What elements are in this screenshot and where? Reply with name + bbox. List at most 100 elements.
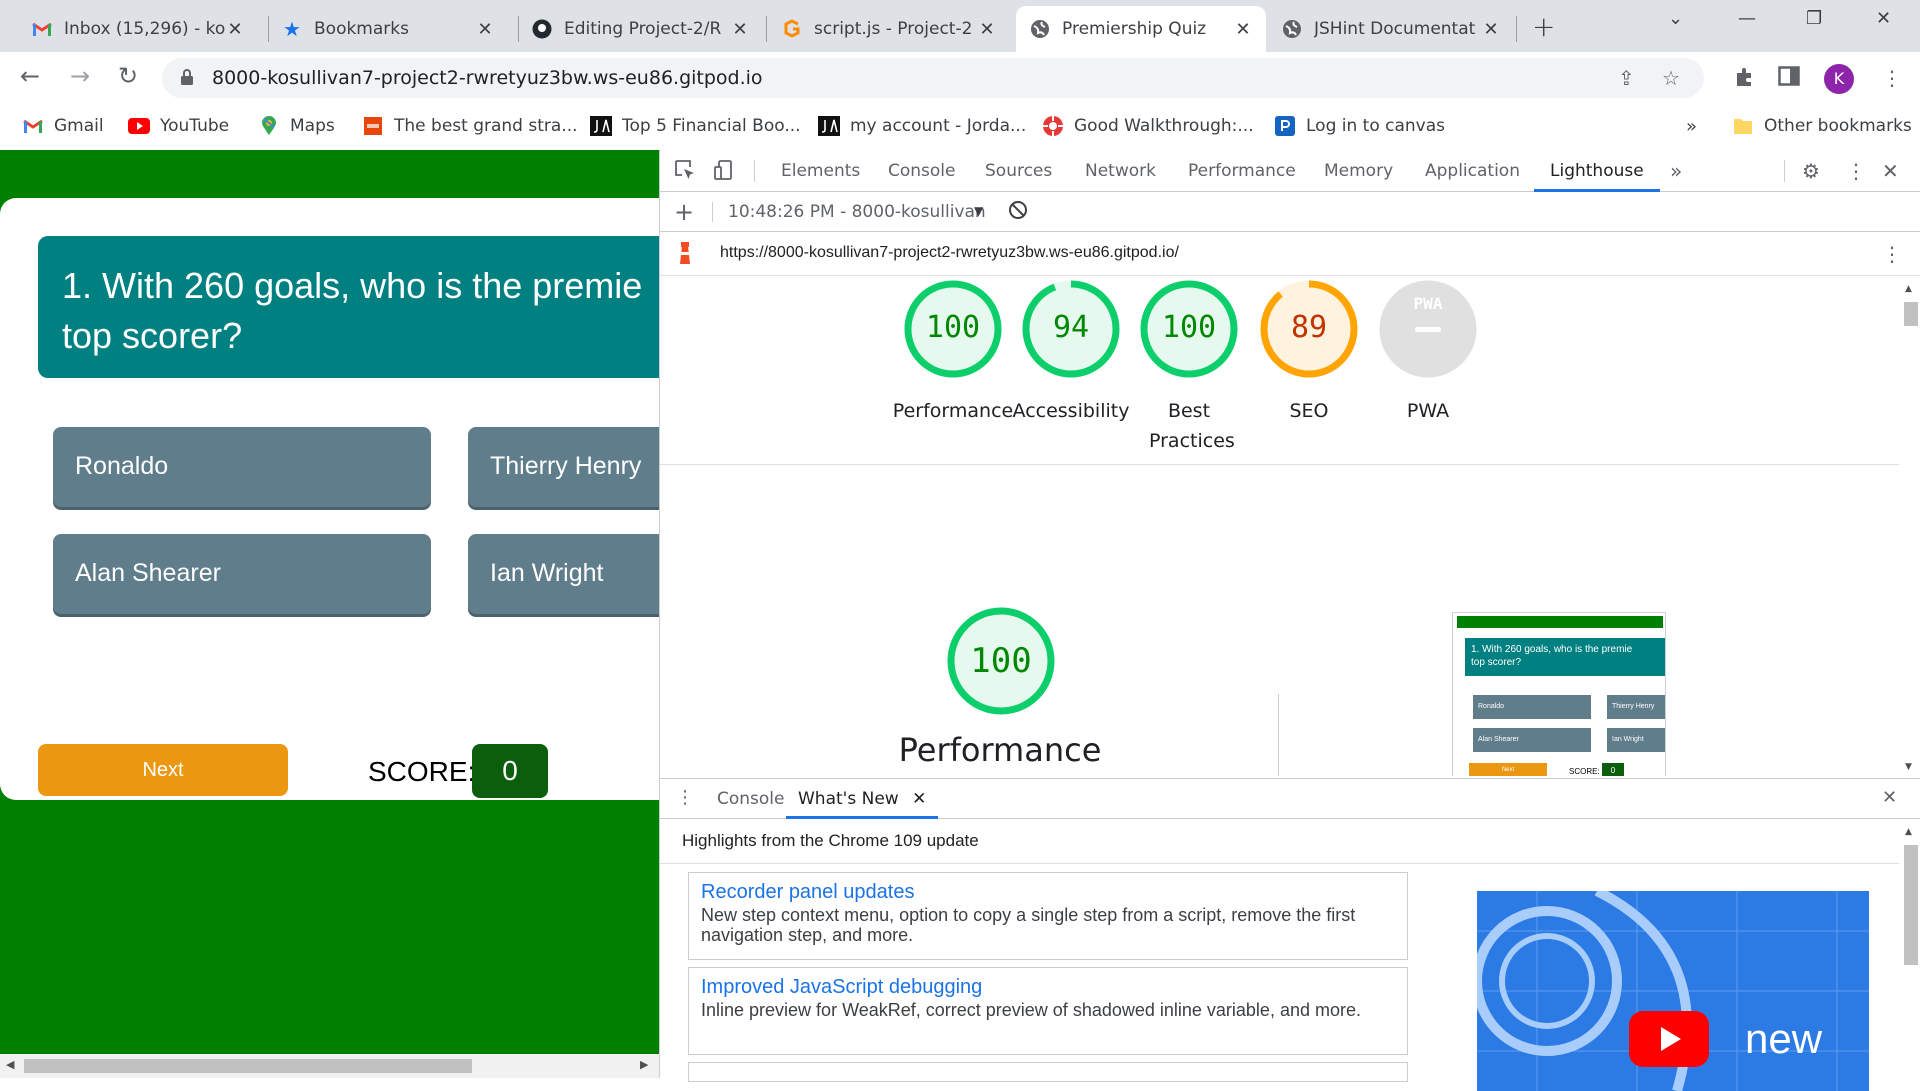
- scrollbar-thumb[interactable]: [24, 1059, 472, 1073]
- whats-new-item[interactable]: Recorder panel updates New step context …: [688, 872, 1408, 960]
- bookmark-gmail[interactable]: Gmail: [22, 116, 104, 136]
- score-gauge-seo[interactable]: 89 SEO: [1241, 280, 1377, 426]
- drawer-scrollbar[interactable]: ▲: [1899, 821, 1920, 1079]
- next-button[interactable]: Next: [38, 744, 288, 796]
- walkthrough-site-icon: [1042, 116, 1064, 136]
- more-tabs-button[interactable]: »: [1670, 150, 1682, 192]
- minimize-button[interactable]: —: [1738, 8, 1756, 29]
- answer-button[interactable]: Ian Wright: [468, 534, 659, 614]
- bookmark-financial-books[interactable]: Top 5 Financial Boo...: [590, 116, 801, 136]
- whats-new-headline: Highlights from the Chrome 109 update: [682, 831, 979, 850]
- whats-new-video-thumbnail[interactable]: new: [1477, 891, 1869, 1091]
- bookmark-label: Maps: [290, 116, 335, 136]
- chrome-menu-icon[interactable]: ⋮: [1882, 66, 1902, 90]
- tab-network[interactable]: Network: [1085, 150, 1156, 192]
- settings-gear-icon[interactable]: ⚙: [1802, 159, 1820, 183]
- address-bar[interactable]: 8000-kosullivan7-project2-rwretyuz3bw.ws…: [162, 58, 1704, 98]
- side-panel-icon[interactable]: [1778, 66, 1800, 91]
- scroll-right-icon[interactable]: ▶: [640, 1058, 648, 1071]
- browser-tab-github[interactable]: Editing Project-2/R ✕: [518, 6, 763, 52]
- whats-new-item-title[interactable]: Improved JavaScript debugging: [701, 974, 1395, 1000]
- devtools-menu-icon[interactable]: ⋮: [1846, 159, 1866, 183]
- toolbar-divider: [712, 202, 713, 222]
- tab-console[interactable]: Console: [888, 150, 956, 192]
- bookmark-star-icon[interactable]: ☆: [1662, 66, 1680, 90]
- other-bookmarks-folder[interactable]: Other bookmarks: [1732, 116, 1912, 136]
- bookmark-my-account[interactable]: my account - Jorda...: [818, 116, 1026, 136]
- bookmark-maps[interactable]: Maps: [258, 116, 335, 136]
- whats-new-item[interactable]: Improved JavaScript debugging Inline pre…: [688, 967, 1408, 1055]
- bookmark-good-walkthrough[interactable]: Good Walkthrough:...: [1042, 116, 1254, 136]
- close-window-button[interactable]: ✕: [1876, 8, 1891, 29]
- tab-application[interactable]: Application: [1425, 150, 1520, 192]
- tab-sources[interactable]: Sources: [985, 150, 1052, 192]
- scroll-left-icon[interactable]: ◀: [6, 1058, 14, 1071]
- close-icon[interactable]: ✕: [912, 789, 926, 809]
- close-icon[interactable]: ✕: [731, 19, 749, 40]
- youtube-play-icon[interactable]: [1629, 1011, 1709, 1067]
- scrollbar-thumb[interactable]: [1904, 302, 1918, 326]
- profile-avatar[interactable]: K: [1824, 64, 1854, 94]
- scroll-up-icon[interactable]: ▲: [1905, 284, 1912, 294]
- thumb-answer: Ian Wright: [1607, 728, 1665, 752]
- new-report-icon[interactable]: +: [674, 198, 694, 226]
- browser-tab-jshint[interactable]: JSHint Documentat ✕: [1268, 6, 1514, 52]
- big-performance-gauge: 100: [947, 607, 1055, 715]
- whats-new-item-title[interactable]: Recorder panel updates: [701, 879, 1395, 905]
- tab-title: JSHint Documentat: [1314, 19, 1476, 39]
- report-scrollbar[interactable]: ▲ ▼: [1899, 276, 1920, 776]
- new-tab-button[interactable]: +: [1532, 10, 1555, 43]
- github-icon: [532, 19, 552, 39]
- tab-memory[interactable]: Memory: [1324, 150, 1393, 192]
- device-toolbar-icon[interactable]: [714, 159, 736, 186]
- scrollbar-thumb[interactable]: [1904, 845, 1918, 965]
- score-gauge-best-practices[interactable]: 100 Best Practices: [1121, 280, 1257, 456]
- back-button[interactable]: ←: [20, 62, 40, 90]
- browser-tab-premiership-quiz[interactable]: Premiership Quiz ✕: [1016, 6, 1266, 52]
- close-drawer-icon[interactable]: ✕: [1882, 787, 1897, 808]
- whats-new-item[interactable]: [688, 1062, 1408, 1082]
- answer-button[interactable]: Alan Shearer: [53, 534, 431, 614]
- gauge-label: Performance: [892, 400, 1014, 422]
- answer-button[interactable]: Thierry Henry: [468, 427, 659, 507]
- close-devtools-icon[interactable]: ✕: [1882, 159, 1899, 183]
- restore-button[interactable]: ❐: [1806, 8, 1822, 29]
- score-gauge-performance[interactable]: 100 Performance: [885, 280, 1021, 426]
- drawer-menu-icon[interactable]: ⋮: [676, 787, 694, 808]
- report-selector[interactable]: 10:48:26 PM - 8000-kosullivan: [728, 202, 988, 222]
- browser-tab-gmail[interactable]: Inbox (15,296) - ko ✕: [18, 6, 258, 52]
- more-bookmarks-button[interactable]: »: [1686, 116, 1697, 137]
- drawer-tab-console[interactable]: Console: [717, 789, 785, 809]
- close-icon[interactable]: ✕: [226, 19, 244, 40]
- dropdown-arrow-icon[interactable]: ▼: [974, 204, 983, 218]
- tab-lighthouse[interactable]: Lighthouse: [1534, 150, 1660, 192]
- answer-button[interactable]: Ronaldo: [53, 427, 431, 507]
- share-icon[interactable]: ⇪: [1618, 66, 1635, 90]
- drawer-tab-whats-new[interactable]: What's New ✕: [786, 779, 939, 819]
- scroll-down-icon[interactable]: ▼: [1905, 762, 1912, 772]
- close-icon[interactable]: ✕: [1234, 19, 1252, 40]
- tab-performance[interactable]: Performance: [1188, 150, 1296, 192]
- clear-report-icon[interactable]: [1008, 200, 1028, 224]
- report-menu-icon[interactable]: ⋮: [1882, 242, 1902, 266]
- score-gauge-accessibility[interactable]: 94 Accessibility: [1003, 280, 1139, 426]
- scroll-up-icon[interactable]: ▲: [1905, 827, 1912, 837]
- browser-tab-script[interactable]: script.js - Project-2 ✕: [768, 6, 1010, 52]
- page-screenshot-thumbnail: 1. With 260 goals, who is the premie top…: [1452, 612, 1666, 776]
- bookmark-youtube[interactable]: YouTube: [128, 116, 229, 136]
- close-icon[interactable]: ✕: [1482, 19, 1500, 40]
- reload-button[interactable]: ↻: [118, 62, 138, 90]
- horizontal-scrollbar[interactable]: ◀ ▶: [0, 1054, 659, 1078]
- bookmark-grand-strategy[interactable]: The best grand stra...: [362, 116, 578, 136]
- browser-tab-bookmarks[interactable]: ★ Bookmarks ✕: [268, 6, 508, 52]
- bookmark-canvas[interactable]: Log in to canvas: [1274, 116, 1445, 136]
- close-icon[interactable]: ✕: [476, 19, 494, 40]
- gauge-ring: PWA: [1379, 280, 1477, 378]
- inspect-element-icon[interactable]: [674, 159, 696, 186]
- extensions-icon[interactable]: [1733, 66, 1755, 93]
- score-gauge-pwa[interactable]: PWA PWA: [1360, 280, 1496, 426]
- tab-elements[interactable]: Elements: [781, 150, 860, 192]
- close-icon[interactable]: ✕: [978, 19, 996, 40]
- tab-search-icon[interactable]: ⌄: [1668, 8, 1683, 29]
- forward-button[interactable]: →: [70, 62, 90, 90]
